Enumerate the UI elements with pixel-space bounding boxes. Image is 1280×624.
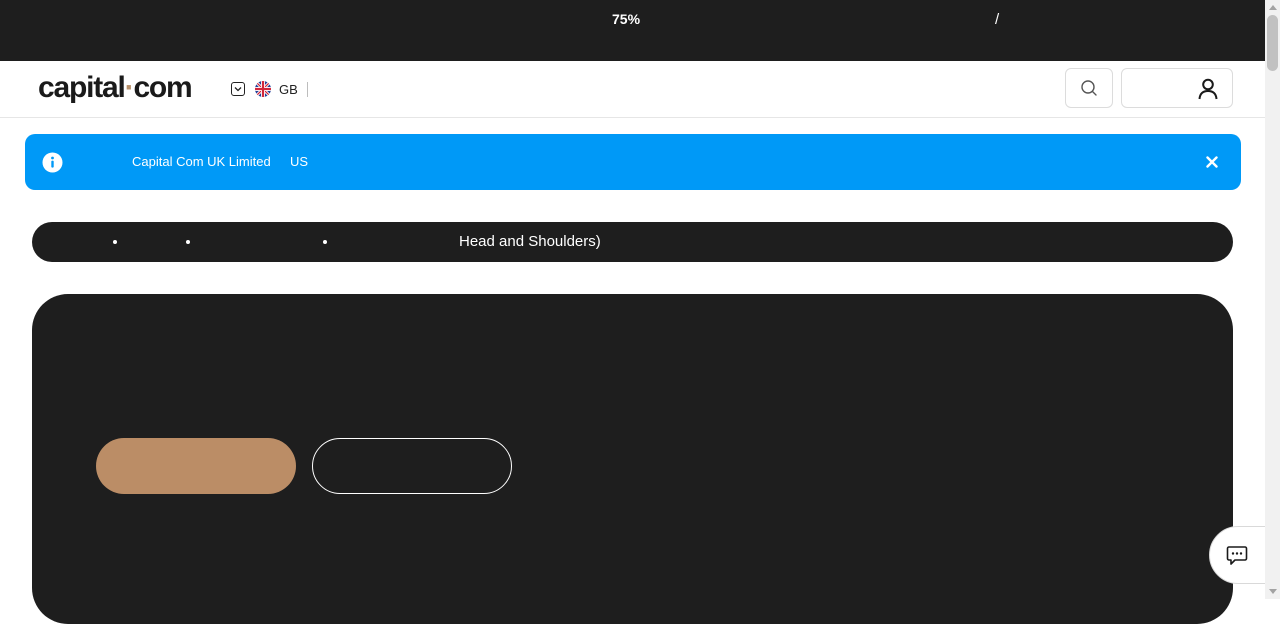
breadcrumb-current: Head and Shoulders): [459, 233, 601, 250]
site-header: capital·com GB: [0, 61, 1265, 118]
notice-region-text: US: [290, 154, 309, 169]
logo-text-capital: capital: [38, 71, 126, 104]
notice-entity-text: Capital Com UK Limited: [132, 154, 271, 169]
risk-percentage: 75%: [612, 11, 641, 27]
scroll-down-arrow-icon[interactable]: [1269, 589, 1277, 594]
page-scrollbar[interactable]: [1265, 0, 1280, 599]
scroll-up-arrow-icon[interactable]: [1269, 5, 1277, 10]
search-button[interactable]: [1065, 68, 1113, 108]
risk-separator: /: [995, 11, 1000, 28]
primary-cta-button[interactable]: [96, 438, 296, 494]
secondary-cta-button[interactable]: [312, 438, 512, 494]
regulatory-notice-banner: Capital Com UK Limited US: [25, 134, 1241, 190]
chat-widget-button[interactable]: [1209, 526, 1269, 584]
breadcrumb-separator: [323, 240, 327, 244]
close-icon[interactable]: [1206, 156, 1218, 168]
language-selector[interactable]: GB: [231, 80, 308, 98]
breadcrumb-separator: [113, 240, 117, 244]
capital-com-logo[interactable]: capital·com: [38, 71, 193, 105]
chat-icon: [1226, 546, 1247, 565]
uk-flag-icon: [255, 81, 271, 97]
logo-text-com: com: [133, 71, 192, 104]
search-icon: [1081, 80, 1097, 96]
hero-section: [32, 294, 1233, 624]
language-code: GB: [279, 81, 298, 97]
language-divider: [306, 81, 308, 97]
breadcrumb: Head and Shoulders): [32, 222, 1233, 262]
info-icon: [42, 152, 63, 173]
chevron-down-icon[interactable]: [231, 82, 245, 96]
scrollbar-thumb[interactable]: [1267, 15, 1278, 71]
account-button[interactable]: [1121, 68, 1233, 108]
user-icon: [1198, 78, 1218, 100]
risk-warning-bar: 75% /: [0, 0, 1265, 61]
breadcrumb-separator: [186, 240, 190, 244]
